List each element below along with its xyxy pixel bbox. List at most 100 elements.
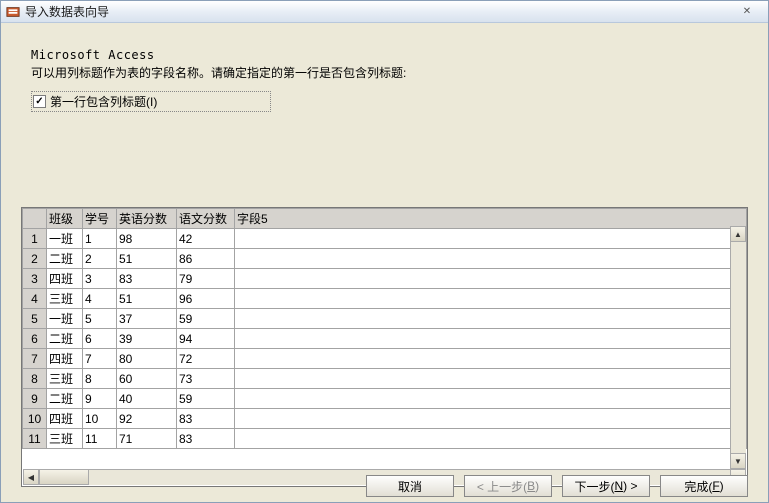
cell-f5 bbox=[235, 429, 747, 449]
content-pane: Microsoft Access 可以用列标题作为表的字段名称。请确定指定的第一… bbox=[1, 23, 768, 502]
scroll-thumb[interactable] bbox=[39, 469, 89, 485]
back-prefix: < 上一步( bbox=[477, 478, 527, 495]
cell-eng: 80 bbox=[117, 349, 177, 369]
row-number: 7 bbox=[23, 349, 47, 369]
cell-f5 bbox=[235, 249, 747, 269]
cell-class: 三班 bbox=[47, 429, 83, 449]
cell-eng: 60 bbox=[117, 369, 177, 389]
next-suffix: ) > bbox=[623, 479, 637, 493]
cell-sid: 2 bbox=[83, 249, 117, 269]
scroll-up-icon[interactable]: ▲ bbox=[730, 226, 746, 242]
table-row[interactable]: 9二班94059 bbox=[23, 389, 747, 409]
cell-f5 bbox=[235, 329, 747, 349]
table-row[interactable]: 10四班109283 bbox=[23, 409, 747, 429]
cell-class: 一班 bbox=[47, 309, 83, 329]
row-number: 4 bbox=[23, 289, 47, 309]
cell-f5 bbox=[235, 269, 747, 289]
wizard-window: 导入数据表向导 ✕ Microsoft Access 可以用列标题作为表的字段名… bbox=[0, 0, 769, 503]
cell-class: 二班 bbox=[47, 249, 83, 269]
cell-chi: 86 bbox=[177, 249, 235, 269]
cell-f5 bbox=[235, 229, 747, 249]
cell-chi: 79 bbox=[177, 269, 235, 289]
next-prefix: 下一步( bbox=[574, 478, 614, 495]
back-suffix: ) bbox=[535, 479, 539, 493]
first-row-headers-checkbox[interactable]: ✓ 第一行包含列标题(I) bbox=[31, 91, 271, 112]
cell-chi: 42 bbox=[177, 229, 235, 249]
app-name-label: Microsoft Access bbox=[31, 48, 738, 62]
cell-sid: 6 bbox=[83, 329, 117, 349]
cell-class: 一班 bbox=[47, 229, 83, 249]
table-row[interactable]: 11三班117183 bbox=[23, 429, 747, 449]
corner-cell bbox=[23, 209, 47, 229]
finish-suffix: ) bbox=[720, 479, 724, 493]
app-icon bbox=[5, 4, 21, 20]
checkbox-label: 第一行包含列标题(I) bbox=[50, 93, 157, 110]
cell-sid: 4 bbox=[83, 289, 117, 309]
cell-f5 bbox=[235, 409, 747, 429]
row-number: 2 bbox=[23, 249, 47, 269]
cell-eng: 39 bbox=[117, 329, 177, 349]
cell-eng: 71 bbox=[117, 429, 177, 449]
cell-chi: 59 bbox=[177, 309, 235, 329]
scroll-left-icon[interactable]: ◀ bbox=[23, 469, 39, 485]
back-button[interactable]: < 上一步(B) bbox=[464, 475, 552, 497]
cell-chi: 83 bbox=[177, 429, 235, 449]
vertical-scrollbar[interactable]: ▲ ▼ bbox=[730, 226, 746, 469]
cell-sid: 7 bbox=[83, 349, 117, 369]
table-row[interactable]: 7四班78072 bbox=[23, 349, 747, 369]
col-header-sid[interactable]: 学号 bbox=[83, 209, 117, 229]
col-header-chi[interactable]: 语文分数 bbox=[177, 209, 235, 229]
cell-chi: 73 bbox=[177, 369, 235, 389]
cancel-button[interactable]: 取消 bbox=[366, 475, 454, 497]
next-button[interactable]: 下一步(N) > bbox=[562, 475, 650, 497]
instruction-text: 可以用列标题作为表的字段名称。请确定指定的第一行是否包含列标题: bbox=[31, 64, 738, 81]
cell-eng: 51 bbox=[117, 249, 177, 269]
intro-block: Microsoft Access 可以用列标题作为表的字段名称。请确定指定的第一… bbox=[1, 23, 768, 112]
finish-button[interactable]: 完成(F) bbox=[660, 475, 748, 497]
table-row[interactable]: 2二班25186 bbox=[23, 249, 747, 269]
table-row[interactable]: 8三班86073 bbox=[23, 369, 747, 389]
cell-sid: 11 bbox=[83, 429, 117, 449]
cell-sid: 1 bbox=[83, 229, 117, 249]
close-button[interactable]: ✕ bbox=[732, 3, 762, 19]
cell-f5 bbox=[235, 349, 747, 369]
table-row[interactable]: 1一班19842 bbox=[23, 229, 747, 249]
table-row[interactable]: 5一班53759 bbox=[23, 309, 747, 329]
col-header-f5[interactable]: 字段5 bbox=[235, 209, 747, 229]
cell-class: 三班 bbox=[47, 289, 83, 309]
cell-eng: 37 bbox=[117, 309, 177, 329]
cell-chi: 83 bbox=[177, 409, 235, 429]
window-title: 导入数据表向导 bbox=[25, 3, 109, 20]
cell-sid: 3 bbox=[83, 269, 117, 289]
row-number: 5 bbox=[23, 309, 47, 329]
table-row[interactable]: 6二班63994 bbox=[23, 329, 747, 349]
data-table: 班级 学号 英语分数 语文分数 字段5 1一班198422二班251863四班3… bbox=[22, 208, 747, 449]
cell-chi: 72 bbox=[177, 349, 235, 369]
cell-f5 bbox=[235, 309, 747, 329]
back-key: B bbox=[527, 479, 535, 493]
cell-eng: 51 bbox=[117, 289, 177, 309]
cell-eng: 92 bbox=[117, 409, 177, 429]
finish-prefix: 完成( bbox=[684, 478, 712, 495]
cell-f5 bbox=[235, 389, 747, 409]
table-row[interactable]: 4三班45196 bbox=[23, 289, 747, 309]
cell-class: 二班 bbox=[47, 389, 83, 409]
cell-eng: 98 bbox=[117, 229, 177, 249]
cell-chi: 96 bbox=[177, 289, 235, 309]
scroll-down-icon[interactable]: ▼ bbox=[730, 453, 746, 469]
cell-sid: 10 bbox=[83, 409, 117, 429]
table-row[interactable]: 3四班38379 bbox=[23, 269, 747, 289]
cell-class: 二班 bbox=[47, 329, 83, 349]
titlebar: 导入数据表向导 ✕ bbox=[1, 1, 768, 23]
col-header-class[interactable]: 班级 bbox=[47, 209, 83, 229]
row-number: 11 bbox=[23, 429, 47, 449]
cell-f5 bbox=[235, 289, 747, 309]
cell-chi: 94 bbox=[177, 329, 235, 349]
col-header-eng[interactable]: 英语分数 bbox=[117, 209, 177, 229]
cell-eng: 83 bbox=[117, 269, 177, 289]
next-key: N bbox=[614, 479, 623, 493]
cell-class: 四班 bbox=[47, 409, 83, 429]
close-icon: ✕ bbox=[743, 6, 751, 17]
row-number: 6 bbox=[23, 329, 47, 349]
cell-class: 三班 bbox=[47, 369, 83, 389]
